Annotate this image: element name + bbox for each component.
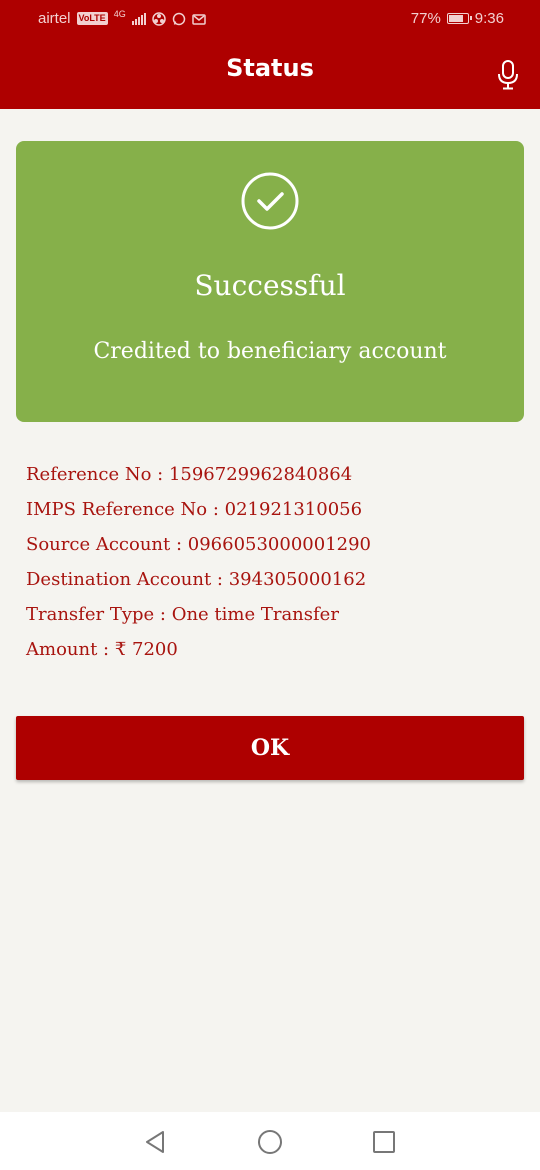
ok-button[interactable]: OK	[16, 716, 524, 780]
recents-square-icon[interactable]	[371, 1129, 397, 1155]
detail-value: 0966053000001290	[187, 534, 371, 555]
whatsapp-icon	[172, 12, 185, 25]
detail-reference-no: Reference No : 1596729962840864	[26, 464, 353, 485]
detail-label: Transfer Type	[26, 604, 155, 625]
detail-value: ₹ 7200	[114, 639, 178, 660]
success-message: Credited to beneficiary account	[93, 339, 447, 364]
status-bar: airtel VoLTE 4G 77% 9:36	[0, 0, 540, 38]
carrier-name: airtel	[38, 10, 71, 27]
page-title: Status	[226, 54, 314, 82]
microphone-icon[interactable]	[497, 60, 519, 90]
clock: 9:36	[474, 10, 504, 27]
detail-value: One time Transfer	[171, 604, 339, 625]
detail-label: Destination Account	[26, 569, 212, 590]
status-left: airtel VoLTE 4G	[38, 10, 206, 27]
detail-label: Amount	[26, 639, 98, 660]
home-circle-icon[interactable]	[257, 1129, 283, 1155]
system-navigation-bar	[0, 1112, 540, 1170]
detail-imps-reference-no: IMPS Reference No : 021921310056	[26, 499, 363, 520]
detail-label: IMPS Reference No	[26, 499, 208, 520]
transaction-details: Reference No : 1596729962840864 IMPS Ref…	[26, 463, 371, 673]
detail-label: Source Account	[26, 534, 171, 555]
detail-transfer-type: Transfer Type : One time Transfer	[26, 604, 339, 625]
detail-label: Reference No	[26, 464, 152, 485]
detail-value: 021921310056	[224, 499, 363, 520]
back-triangle-icon[interactable]	[142, 1129, 168, 1155]
app-notification-icon	[151, 11, 166, 26]
status-right: 77% 9:36	[411, 10, 504, 27]
volte-badge: VoLTE	[76, 12, 108, 25]
success-title: Successful	[194, 269, 346, 302]
detail-destination-account: Destination Account : 394305000162	[26, 569, 367, 590]
detail-value: 1596729962840864	[168, 464, 353, 485]
check-circle-icon	[241, 172, 299, 230]
detail-source-account: Source Account : 0966053000001290	[26, 534, 371, 555]
signal-icon	[131, 12, 146, 25]
gmail-icon	[191, 13, 206, 25]
battery-icon	[446, 13, 472, 24]
detail-amount: Amount : ₹ 7200	[26, 639, 178, 660]
network-type: 4G	[113, 9, 126, 19]
detail-value: 394305000162	[228, 569, 367, 590]
battery-percent: 77%	[410, 10, 441, 27]
app-header: airtel VoLTE 4G 77% 9:36 Status	[0, 0, 540, 109]
